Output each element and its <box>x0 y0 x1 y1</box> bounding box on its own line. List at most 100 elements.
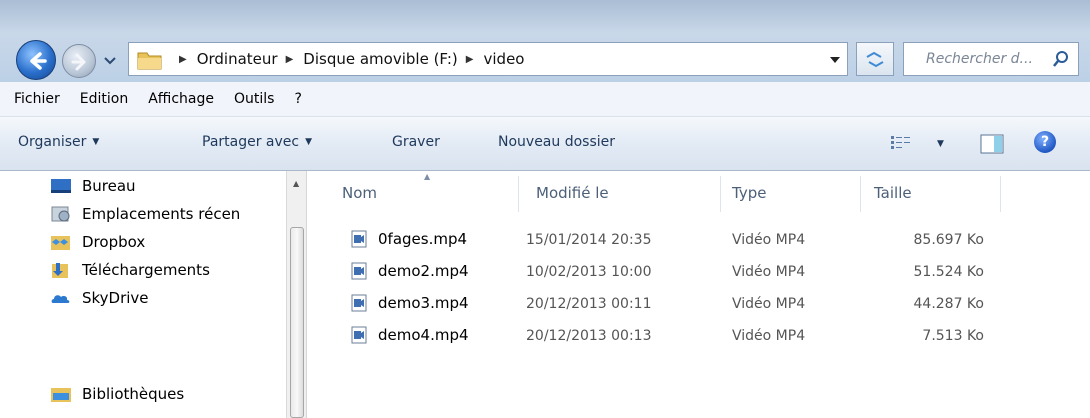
file-row[interactable]: demo4.mp4 20/12/2013 00:13 Vidéo MP4 7.5… <box>340 326 1000 352</box>
address-field[interactable]: ▶ Ordinateur ▶ Disque amovible (F:) ▶ vi… <box>128 42 848 76</box>
nav-item-label: Dropbox <box>82 233 146 251</box>
breadcrumb-computer[interactable]: Ordinateur <box>197 50 278 68</box>
folder-icon <box>137 52 162 70</box>
file-size: 85.697 Ko <box>913 232 985 248</box>
navigation-pane: Bureau Emplacements récen Dropbox Téléch… <box>0 171 286 418</box>
menu-view[interactable]: Affichage <box>138 91 224 107</box>
file-size: 7.513 Ko <box>922 328 984 344</box>
nav-item-libraries[interactable]: Bibliothèques <box>50 385 184 403</box>
view-options-icon[interactable] <box>890 134 912 152</box>
column-header-name[interactable]: Nom <box>342 184 377 202</box>
preview-pane-icon[interactable] <box>980 134 1004 154</box>
desktop-icon <box>51 179 71 193</box>
dropbox-icon <box>51 236 70 250</box>
back-arrow-icon <box>30 52 47 70</box>
nav-item-downloads[interactable]: Téléchargements <box>50 261 210 279</box>
column-header-row: Nom Modifié le Type Taille <box>330 176 1070 212</box>
organize-label: Organiser <box>18 134 87 150</box>
nav-item-label: Emplacements récen <box>82 205 241 223</box>
refresh-icon <box>866 51 884 68</box>
burn-button[interactable]: Graver <box>392 134 440 150</box>
video-file-icon <box>351 230 367 248</box>
breadcrumb-separator-icon[interactable]: ▶ <box>179 54 187 65</box>
menu-help[interactable]: ? <box>284 91 311 107</box>
back-button[interactable] <box>16 40 56 80</box>
file-size: 51.524 Ko <box>913 264 985 280</box>
scrollbar-thumb[interactable] <box>290 227 304 418</box>
address-bar-area: ▶ Ordinateur ▶ Disque amovible (F:) ▶ vi… <box>0 0 1090 82</box>
breadcrumb: ▶ Ordinateur ▶ Disque amovible (F:) ▶ vi… <box>171 50 524 68</box>
file-size: 44.287 Ko <box>913 296 985 312</box>
nav-item-label: Bureau <box>82 177 136 195</box>
refresh-button[interactable] <box>856 42 894 76</box>
chevron-down-icon: ▼ <box>305 137 313 147</box>
file-name: 0fages.mp4 <box>378 230 468 248</box>
column-separator[interactable] <box>518 176 519 212</box>
file-type: Vidéo MP4 <box>732 232 806 248</box>
file-row[interactable]: demo3.mp4 20/12/2013 00:11 Vidéo MP4 44.… <box>340 294 1000 320</box>
file-modified: 20/12/2013 00:11 <box>526 296 652 312</box>
recent-pages-dropdown-icon[interactable] <box>103 52 117 68</box>
forward-arrow-icon <box>71 53 86 71</box>
organize-button[interactable]: Organiser ▼ <box>18 134 99 150</box>
video-file-icon <box>351 262 367 280</box>
breadcrumb-removable-disk[interactable]: Disque amovible (F:) <box>303 50 458 68</box>
column-separator[interactable] <box>860 176 861 212</box>
search-placeholder: Rechercher d... <box>926 51 1033 67</box>
column-separator[interactable] <box>1000 176 1001 212</box>
file-name: demo4.mp4 <box>378 326 469 344</box>
file-type: Vidéo MP4 <box>732 296 806 312</box>
chevron-down-icon: ▼ <box>92 137 100 147</box>
nav-item-label: Bibliothèques <box>82 385 185 403</box>
nav-item-skydrive[interactable]: SkyDrive <box>50 289 149 307</box>
search-input[interactable]: Rechercher d... <box>903 42 1079 76</box>
skydrive-icon <box>51 295 70 303</box>
nav-item-dropbox[interactable]: Dropbox <box>50 233 145 251</box>
menu-bar: Fichier Edition Affichage Outils ? <box>0 82 1090 117</box>
forward-button[interactable] <box>62 44 96 78</box>
new-folder-button[interactable]: Nouveau dossier <box>498 134 615 150</box>
column-header-modified[interactable]: Modifié le <box>536 184 609 202</box>
column-separator[interactable] <box>720 176 721 212</box>
file-name: demo3.mp4 <box>378 294 469 312</box>
libraries-icon <box>51 388 71 402</box>
menu-edit[interactable]: Edition <box>70 91 138 107</box>
file-name-cell: 0fages.mp4 <box>350 230 467 248</box>
file-name: demo2.mp4 <box>378 262 469 280</box>
nav-item-label: Téléchargements <box>82 261 210 279</box>
file-name-cell: demo2.mp4 <box>350 262 469 280</box>
pane-divider[interactable] <box>306 171 307 418</box>
file-name-cell: demo4.mp4 <box>350 326 469 344</box>
file-modified: 15/01/2014 20:35 <box>526 232 652 248</box>
file-type: Vidéo MP4 <box>732 264 806 280</box>
share-with-button[interactable]: Partager avec ▼ <box>202 134 312 150</box>
view-dropdown-icon[interactable]: ▼ <box>937 139 944 149</box>
video-file-icon <box>351 294 367 312</box>
file-type: Vidéo MP4 <box>732 328 806 344</box>
file-modified: 20/12/2013 00:13 <box>526 328 652 344</box>
column-header-size[interactable]: Taille <box>874 184 912 202</box>
downloads-icon <box>52 263 68 278</box>
scroll-up-icon[interactable]: ▲ <box>293 179 299 188</box>
breadcrumb-video[interactable]: video <box>484 50 525 68</box>
navigation-scrollbar[interactable]: ▲ <box>286 171 306 418</box>
help-button[interactable]: ? <box>1034 131 1056 153</box>
command-bar: Organiser ▼ Partager avec ▼ Graver Nouveau… <box>0 117 1090 171</box>
share-label: Partager avec <box>202 134 300 150</box>
menu-tools[interactable]: Outils <box>224 91 284 107</box>
breadcrumb-separator-icon[interactable]: ▶ <box>466 54 474 65</box>
recent-places-icon <box>51 206 70 222</box>
nav-item-label: SkyDrive <box>82 289 149 307</box>
file-row[interactable]: 0fages.mp4 15/01/2014 20:35 Vidéo MP4 85… <box>340 230 1000 256</box>
search-icon[interactable] <box>1052 50 1070 68</box>
address-dropdown-icon[interactable] <box>830 56 840 64</box>
file-modified: 10/02/2013 10:00 <box>526 264 652 280</box>
video-file-icon <box>351 326 367 344</box>
breadcrumb-separator-icon[interactable]: ▶ <box>286 54 294 65</box>
column-header-type[interactable]: Type <box>732 184 766 202</box>
nav-item-desktop[interactable]: Bureau <box>50 177 136 195</box>
file-name-cell: demo3.mp4 <box>350 294 469 312</box>
file-row[interactable]: demo2.mp4 10/02/2013 10:00 Vidéo MP4 51.… <box>340 262 1000 288</box>
nav-item-recent-places[interactable]: Emplacements récen <box>50 205 240 223</box>
menu-file[interactable]: Fichier <box>0 91 70 107</box>
